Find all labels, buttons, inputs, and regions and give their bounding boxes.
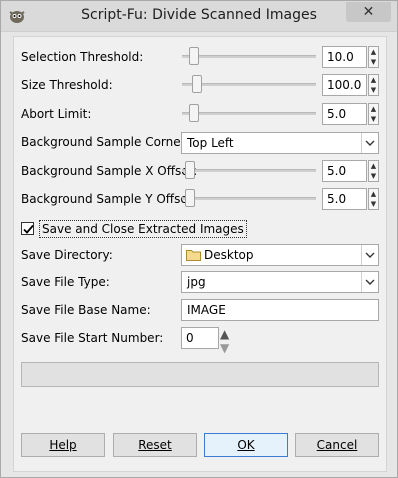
spin-down-icon[interactable]: ▼: [370, 114, 377, 124]
dialog-window: Script-Fu: Divide Scanned Images ✕ Selec…: [0, 0, 398, 478]
spinner-arrows[interactable]: ▲ ▼: [220, 327, 230, 355]
bg-sample-x-spinner[interactable]: 5.0 ▲ ▼: [322, 160, 379, 182]
bg-sample-corner-select[interactable]: Top Left: [181, 132, 379, 154]
bg-sample-y-value[interactable]: 5.0: [322, 188, 367, 210]
slider-track: [182, 83, 316, 86]
save-and-close-label[interactable]: Save and Close Extracted Images: [39, 220, 247, 238]
selection-threshold-slider[interactable]: [182, 47, 316, 65]
size-threshold-slider[interactable]: [182, 75, 316, 93]
slider-track: [182, 197, 316, 200]
progress-bar: [21, 362, 379, 387]
size-threshold-value[interactable]: 100.0: [322, 74, 367, 96]
save-directory-select[interactable]: Desktop: [181, 244, 379, 266]
folder-icon: [186, 250, 201, 261]
dialog-content: Selection Threshold: 10.0 ▲ ▼ Size Thres…: [13, 36, 387, 472]
reset-button[interactable]: Reset: [113, 433, 197, 457]
spinner-arrows[interactable]: ▲ ▼: [368, 188, 379, 210]
cancel-button-label: Cancel: [316, 438, 358, 452]
save-and-close-checkbox[interactable]: [21, 222, 34, 235]
slider-track: [182, 55, 316, 58]
save-file-start-number-spinner[interactable]: 0 ▲ ▼: [181, 327, 230, 355]
spin-down-icon[interactable]: ▼: [370, 199, 377, 209]
save-file-start-number-label: Save File Start Number:: [21, 331, 164, 345]
save-directory-label: Save Directory:: [21, 248, 113, 262]
slider-handle[interactable]: [191, 75, 202, 93]
abort-limit-label: Abort Limit:: [21, 107, 92, 121]
bg-sample-x-label: Background Sample X Offset:: [21, 164, 198, 178]
chevron-down-icon[interactable]: [361, 133, 378, 153]
save-file-type-value: jpg: [187, 275, 206, 289]
spinner-arrows[interactable]: ▲ ▼: [368, 103, 379, 125]
slider-handle[interactable]: [189, 104, 200, 122]
bg-sample-y-spinner[interactable]: 5.0 ▲ ▼: [322, 188, 379, 210]
selection-threshold-label: Selection Threshold:: [21, 50, 144, 64]
help-button-label: Help: [49, 438, 77, 452]
save-file-type-select[interactable]: jpg: [181, 271, 379, 293]
bg-sample-y-label: Background Sample Y Offset:: [21, 192, 197, 206]
reset-button-label: Reset: [138, 438, 172, 452]
spin-up-icon[interactable]: ▲: [370, 47, 377, 57]
slider-handle[interactable]: [185, 161, 196, 179]
abort-limit-spinner[interactable]: 5.0 ▲ ▼: [322, 103, 379, 125]
window-title: Script-Fu: Divide Scanned Images: [81, 7, 317, 23]
spinner-arrows[interactable]: ▲ ▼: [368, 160, 379, 182]
spin-up-icon[interactable]: ▲: [370, 104, 377, 114]
title-bar[interactable]: Script-Fu: Divide Scanned Images ✕: [1, 1, 397, 32]
abort-limit-slider[interactable]: [182, 104, 316, 122]
bg-sample-corner-label: Background Sample Corner:: [21, 135, 190, 149]
save-directory-value: Desktop: [204, 248, 254, 262]
close-button[interactable]: ✕: [346, 2, 391, 22]
spin-down-icon[interactable]: ▼: [220, 341, 230, 355]
spin-up-icon[interactable]: ▲: [220, 327, 230, 341]
spinner-arrows[interactable]: ▲ ▼: [368, 46, 379, 68]
chevron-down-icon[interactable]: [361, 245, 378, 265]
abort-limit-value[interactable]: 5.0: [322, 103, 367, 125]
checkmark-icon: [23, 224, 34, 234]
spinner-arrows[interactable]: ▲ ▼: [368, 74, 379, 96]
spin-up-icon[interactable]: ▲: [370, 75, 377, 85]
close-icon: ✕: [362, 4, 375, 20]
selection-threshold-spinner[interactable]: 10.0 ▲ ▼: [322, 46, 379, 68]
bg-sample-y-slider[interactable]: [182, 189, 316, 207]
save-file-type-label: Save File Type:: [21, 275, 110, 289]
slider-handle[interactable]: [185, 189, 196, 207]
size-threshold-spinner[interactable]: 100.0 ▲ ▼: [322, 74, 379, 96]
spin-down-icon[interactable]: ▼: [370, 57, 377, 67]
size-threshold-label: Size Threshold:: [21, 78, 113, 92]
spin-down-icon[interactable]: ▼: [370, 85, 377, 95]
slider-track: [182, 112, 316, 115]
slider-track: [182, 169, 316, 172]
save-file-start-number-value[interactable]: 0: [181, 327, 219, 349]
spin-down-icon[interactable]: ▼: [370, 171, 377, 181]
bg-sample-x-slider[interactable]: [182, 161, 316, 179]
bg-sample-x-value[interactable]: 5.0: [322, 160, 367, 182]
slider-handle[interactable]: [189, 47, 200, 65]
spin-up-icon[interactable]: ▲: [370, 161, 377, 171]
ok-button[interactable]: OK: [204, 433, 288, 457]
selection-threshold-value[interactable]: 10.0: [322, 46, 367, 68]
cancel-button[interactable]: Cancel: [295, 433, 379, 457]
chevron-down-icon[interactable]: [361, 272, 378, 292]
ok-button-label: OK: [237, 438, 255, 452]
spin-up-icon[interactable]: ▲: [370, 189, 377, 199]
save-file-base-name-input[interactable]: IMAGE: [181, 299, 379, 321]
help-button[interactable]: Help: [21, 433, 105, 457]
bg-sample-corner-value: Top Left: [187, 136, 234, 150]
save-file-base-name-label: Save File Base Name:: [21, 303, 151, 317]
